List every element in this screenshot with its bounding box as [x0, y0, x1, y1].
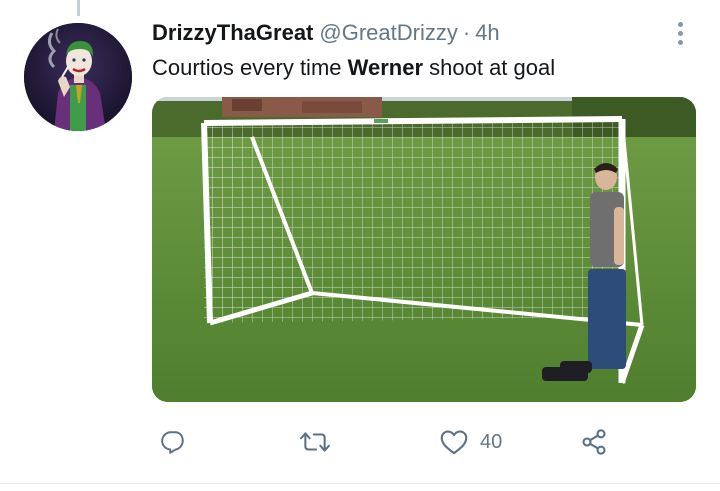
dot-icon [677, 30, 683, 36]
share-button[interactable] [580, 420, 608, 464]
tweet-text-bold: Werner [347, 55, 424, 80]
more-options-button[interactable] [668, 16, 692, 50]
retweet-button[interactable] [300, 420, 330, 464]
avatar[interactable] [24, 23, 132, 131]
dot-icon [677, 39, 683, 45]
tweet-text: Courtios every time Werner shoot at goal [152, 55, 555, 81]
like-button[interactable]: 40 [440, 420, 502, 464]
dot-icon [677, 21, 683, 27]
tweet-header: DrizzyThaGreat @GreatDrizzy · 4h [152, 18, 500, 48]
reply-icon [161, 431, 184, 454]
like-count: 40 [480, 430, 503, 453]
goal-photo [152, 97, 696, 402]
share-icon [582, 429, 606, 455]
tweet-text-part: shoot at goal [423, 55, 556, 80]
tweet-media-image[interactable] [152, 97, 696, 402]
display-name[interactable]: DrizzyThaGreat [152, 20, 313, 46]
retweet-icon [300, 432, 330, 452]
reply-button[interactable] [160, 420, 186, 464]
timestamp[interactable]: 4h [475, 20, 499, 46]
separator-dot: · [462, 20, 471, 45]
heart-icon [440, 430, 468, 455]
tweet-actions: 40 [152, 420, 622, 464]
tweet-text-part: Courtios every time [152, 55, 348, 80]
tweet-divider [0, 483, 720, 484]
user-handle[interactable]: @GreatDrizzy [319, 20, 457, 46]
thread-connector-line [77, 0, 80, 16]
avatar-image [24, 23, 132, 131]
